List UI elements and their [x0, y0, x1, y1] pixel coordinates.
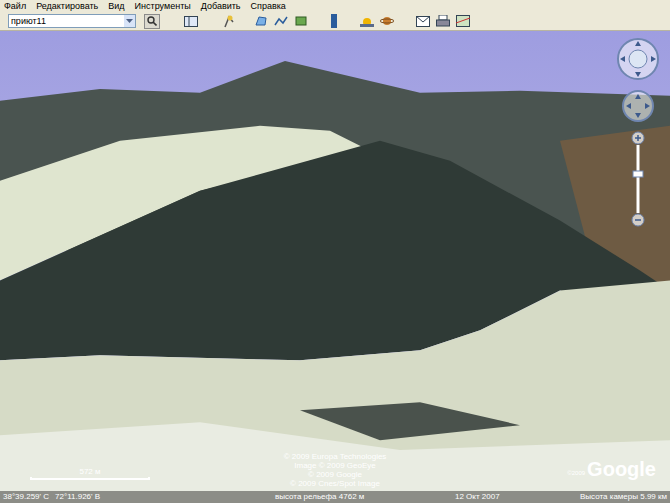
logo-text: Google	[587, 459, 656, 479]
menu-item[interactable]: Добавить	[201, 2, 241, 11]
longitude: 72°11.926' В	[55, 492, 100, 502]
move-joystick-icon[interactable]	[621, 89, 655, 123]
sun-icon[interactable]	[360, 15, 374, 27]
scale-bar: 572 м	[30, 467, 150, 480]
sidebar-icon[interactable]	[184, 16, 198, 27]
status-bar: 38°39.259' С 72°11.926' В высота рельефа…	[0, 491, 670, 503]
navigation-controls[interactable]	[616, 37, 660, 227]
menu-item[interactable]: Вид	[108, 2, 124, 11]
print-icon[interactable]	[436, 15, 450, 27]
dropdown-arrow-icon[interactable]	[124, 15, 135, 27]
overlay-icon[interactable]	[294, 15, 308, 27]
scale-line	[30, 477, 150, 480]
ruler-icon[interactable]	[330, 14, 338, 28]
planet-icon[interactable]	[380, 15, 394, 27]
path-icon[interactable]	[274, 15, 288, 27]
magnifier-icon	[147, 16, 157, 26]
polygon-icon[interactable]	[254, 15, 268, 27]
elevation: высота рельефа 4762 м	[275, 492, 455, 502]
maps-icon[interactable]	[456, 15, 470, 27]
search-field[interactable]	[9, 15, 124, 27]
logo-year: ©2009	[567, 470, 585, 476]
camera-altitude: Высота камеры 5.99 км	[565, 492, 667, 502]
menu-item[interactable]: Редактировать	[36, 2, 98, 11]
email-icon[interactable]	[416, 16, 430, 27]
toolbar	[0, 12, 670, 31]
menu-item[interactable]: Файл	[4, 2, 26, 11]
attribution-line: © 2009 Europa Technologies	[284, 452, 387, 461]
menu-item[interactable]: Справка	[251, 2, 286, 11]
zoom-slider-icon[interactable]	[631, 131, 645, 227]
terrain-image	[0, 31, 670, 503]
attribution-line: © 2009 Cnes/Spot Image	[290, 479, 380, 488]
scale-label: 572 м	[79, 467, 100, 477]
attribution-line: Image © 2009 GeoEye	[294, 461, 376, 470]
attribution-line: © 2009 Google	[308, 470, 362, 479]
search-combobox[interactable]	[8, 14, 136, 28]
search-button[interactable]	[144, 14, 160, 29]
menu-item[interactable]: Инструменты	[135, 2, 191, 11]
look-joystick-icon[interactable]	[616, 37, 660, 81]
placemark-icon[interactable]	[222, 14, 236, 28]
latitude: 38°39.259' С	[3, 492, 49, 502]
menu-bar: Файл Редактировать Вид Инструменты Добавить С…	[0, 0, 670, 12]
attribution: © 2009 Europa TechnologiesImage © 2009 G…	[240, 452, 430, 488]
image-date: 12 Окт 2007	[455, 492, 565, 502]
3d-view[interactable]: © 2009 Europa TechnologiesImage © 2009 G…	[0, 31, 670, 503]
google-logo: ©2009 Google	[567, 459, 656, 479]
